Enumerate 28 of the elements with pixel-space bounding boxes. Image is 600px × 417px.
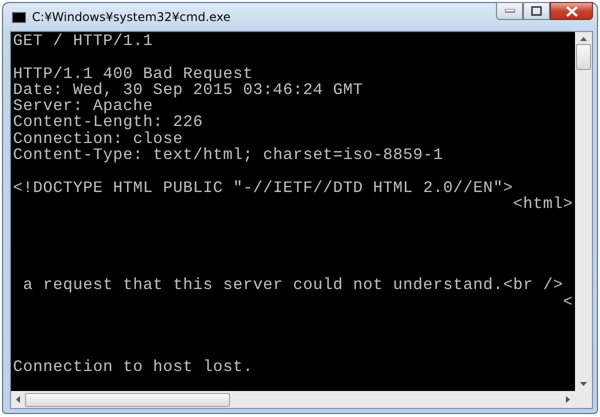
console-line: <html> [512,196,573,212]
console-line: HTTP/1.1 400 Bad Request [13,66,254,82]
minimize-button[interactable] [496,2,523,20]
close-icon [566,6,578,16]
console-line: a request that this server could not understand.<br /> [23,277,564,294]
console-line: Connection: close [13,130,184,148]
window-title: C:¥Windows¥system32¥cmd.exe [32,10,232,24]
left-arrow-icon[interactable] [16,396,20,403]
console-line: Content-Type: text/html; charset=iso-8859-1 [13,147,444,164]
console-line: < [562,294,573,310]
console-line: Content-Length: 226 [13,114,204,131]
minimize-icon [504,9,514,13]
close-button[interactable] [550,2,593,20]
scroll-thumb[interactable] [25,392,230,406]
down-arrow-icon[interactable] [580,382,587,386]
maximize-icon [531,6,542,16]
scroll-thumb[interactable] [576,44,591,70]
maximize-button[interactable] [523,2,550,20]
right-arrow-icon[interactable] [566,396,570,403]
console-line: Date: Wed, 30 Sep 2015 03:46:24 GMT [13,82,364,98]
vertical-scrollbar[interactable] [575,32,592,391]
console-line: Server: Apache [13,98,154,114]
console-line: GET / HTTP/1.1 [13,33,154,50]
console-icon [12,12,26,22]
console-line: Connection to host lost. [13,358,254,376]
up-arrow-icon[interactable] [580,37,587,41]
horizontal-scrollbar[interactable] [11,391,575,408]
console-line: <!DOCTYPE HTML PUBLIC "-//IETF//DTD HTML 2.0//EN"> [13,180,514,196]
